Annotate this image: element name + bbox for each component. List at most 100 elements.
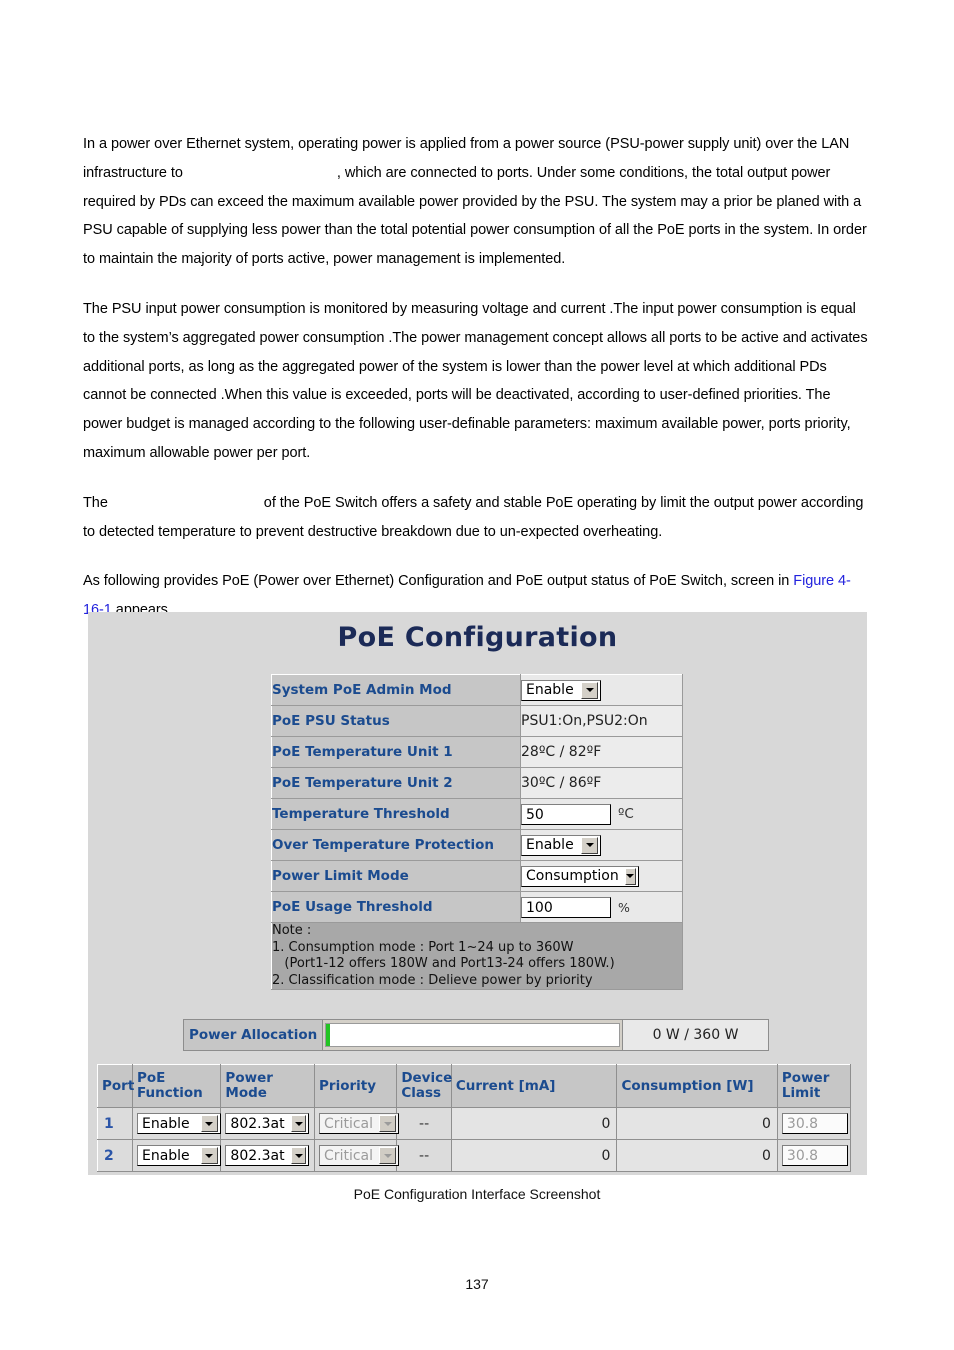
column-header-port: Port xyxy=(97,1064,134,1108)
poe-port-table: Port PoE Function Power Mode Priority De… xyxy=(97,1064,852,1172)
label-poe-psu-status: PoE PSU Status xyxy=(271,705,521,737)
value-over-temperature-protection: Enable xyxy=(520,829,683,861)
cell-poe-function: Enable xyxy=(131,1139,222,1172)
cell-power-mode: 802.3at xyxy=(220,1107,316,1140)
priority-select-port-2[interactable]: Critical xyxy=(319,1145,400,1166)
chevron-down-icon[interactable] xyxy=(200,1147,218,1164)
cell-consumption-w: 0 xyxy=(616,1139,778,1172)
poe-usage-threshold-unit: % xyxy=(618,899,630,915)
over-temperature-protection-select[interactable]: Enable xyxy=(521,834,601,856)
port-table-header-row: Port PoE Function Power Mode Priority De… xyxy=(97,1064,852,1108)
setting-row-poe-psu-status: PoE PSU Status PSU1:On,PSU2:On xyxy=(271,705,683,737)
cell-power-limit: 30.8 xyxy=(776,1107,852,1140)
value-poe-usage-threshold: 100% xyxy=(520,891,683,923)
priority-value-port-1: Critical xyxy=(324,1115,373,1132)
cell-port-number: 1 xyxy=(97,1107,133,1140)
setting-row-power-limit-mode: Power Limit Mode Consumption xyxy=(271,860,683,892)
setting-row-poe-temperature-unit-2: PoE Temperature Unit 2 30ºC / 86ºF xyxy=(271,767,683,799)
power-mode-select-port-1[interactable]: 802.3at xyxy=(225,1113,310,1134)
figure-caption: PoE Configuration Interface Screenshot xyxy=(353,1186,601,1202)
column-header-power-mode: Power Mode xyxy=(220,1064,316,1108)
poe-configuration-screenshot: PoE Configuration System PoE Admin Mod E… xyxy=(88,612,867,1175)
poe-settings-table: System PoE Admin Mod Enable PoE PSU Stat… xyxy=(271,674,683,990)
value-poe-temperature-unit-1: 28ºC / 82ºF xyxy=(520,736,683,768)
setting-row-over-temperature-protection: Over Temperature Protection Enable xyxy=(271,829,683,861)
cell-priority: Critical xyxy=(314,1139,400,1172)
poe-function-value-port-2: Enable xyxy=(141,1147,190,1164)
label-temperature-threshold: Temperature Threshold xyxy=(271,798,521,830)
label-poe-temperature-unit-2: PoE Temperature Unit 2 xyxy=(271,767,521,799)
label-power-limit-mode: Power Limit Mode xyxy=(271,860,521,892)
chevron-down-icon[interactable] xyxy=(200,1115,218,1132)
chevron-down-icon[interactable] xyxy=(581,836,598,854)
column-header-poe-function: PoE Function xyxy=(131,1064,222,1108)
column-header-current-ma: Current [mA] xyxy=(450,1064,618,1108)
power-allocation-label: Power Allocation xyxy=(184,1020,324,1050)
value-power-limit-mode: Consumption xyxy=(520,860,683,892)
poe-function-value-port-1: Enable xyxy=(141,1115,190,1132)
power-mode-value-port-1: 802.3at xyxy=(230,1115,285,1132)
poe-function-select-port-1[interactable]: Enable xyxy=(136,1113,221,1134)
column-header-power-limit: Power Limit xyxy=(776,1064,852,1108)
temperature-threshold-input[interactable]: 50 xyxy=(521,803,611,825)
poe-settings-panel: System PoE Admin Mod Enable PoE PSU Stat… xyxy=(271,674,683,990)
document-body: In a power over Ethernet system, operati… xyxy=(83,130,869,625)
power-allocation-row: Power Allocation 0 W / 360 W xyxy=(183,1019,769,1051)
cell-device-class: -- xyxy=(396,1107,452,1140)
paragraph-3-text-a: The xyxy=(83,494,112,511)
value-poe-psu-status: PSU1:On,PSU2:On xyxy=(520,705,683,737)
chevron-down-icon[interactable] xyxy=(379,1147,397,1164)
setting-row-poe-temperature-unit-1: PoE Temperature Unit 1 28ºC / 82ºF xyxy=(271,736,683,768)
cell-device-class: -- xyxy=(396,1139,452,1172)
power-limit-mode-value: Consumption xyxy=(526,868,619,884)
table-row: 2 Enable 802.3at Critical -- 0 0 30.8 xyxy=(97,1139,852,1172)
screenshot-title: PoE Configuration xyxy=(337,622,618,653)
paragraph-1-text-b: , which are connected to ports. Under so… xyxy=(83,164,867,268)
poe-usage-threshold-input[interactable]: 100 xyxy=(521,896,611,918)
power-mode-select-port-2[interactable]: 802.3at xyxy=(225,1145,310,1166)
temperature-threshold-unit: ºC xyxy=(618,806,634,822)
priority-value-port-2: Critical xyxy=(324,1147,373,1164)
cell-power-mode: 802.3at xyxy=(220,1139,316,1172)
chevron-down-icon[interactable] xyxy=(379,1115,397,1132)
priority-select-port-1[interactable]: Critical xyxy=(319,1113,400,1134)
column-header-priority: Priority xyxy=(314,1064,398,1108)
cell-current-ma: 0 xyxy=(450,1139,618,1172)
power-limit-input-port-2[interactable]: 30.8 xyxy=(781,1145,848,1166)
setting-row-system-poe-admin-mode: System PoE Admin Mod Enable xyxy=(271,674,683,706)
power-limit-mode-select[interactable]: Consumption xyxy=(521,865,639,887)
value-poe-temperature-unit-2: 30ºC / 86ºF xyxy=(520,767,683,799)
setting-row-poe-usage-threshold: PoE Usage Threshold 100% xyxy=(271,891,683,923)
paragraph-4-text-a: As following provides PoE (Power over Et… xyxy=(83,573,794,590)
system-poe-admin-mode-select[interactable]: Enable xyxy=(521,679,601,701)
cell-current-ma: 0 xyxy=(450,1107,618,1140)
value-system-poe-admin-mode: Enable xyxy=(520,674,683,706)
paragraph-1: In a power over Ethernet system, operati… xyxy=(83,130,869,274)
power-limit-input-port-1[interactable]: 30.8 xyxy=(781,1113,848,1134)
power-allocation-progressbar xyxy=(325,1023,620,1047)
page-number: 137 xyxy=(465,1276,489,1292)
label-system-poe-admin-mode: System PoE Admin Mod xyxy=(271,674,521,706)
paragraph-3-text-b: of the PoE Switch offers a safety and st… xyxy=(83,494,864,540)
setting-row-temperature-threshold: Temperature Threshold 50 ºC xyxy=(271,798,683,830)
cell-consumption-w: 0 xyxy=(616,1107,778,1140)
cell-power-limit: 30.8 xyxy=(776,1139,852,1172)
label-over-temperature-protection: Over Temperature Protection xyxy=(271,829,521,861)
paragraph-2: The PSU input power consumption is monit… xyxy=(83,300,868,461)
power-allocation-value: 0 W / 360 W xyxy=(622,1020,768,1050)
poe-mode-note: Note : 1. Consumption mode : Port 1~24 u… xyxy=(271,922,683,990)
cell-priority: Critical xyxy=(314,1107,400,1140)
paragraph-3: The of the PoE Switch offers a safety an… xyxy=(83,489,869,547)
chevron-down-icon[interactable] xyxy=(581,681,598,699)
power-allocation-fill xyxy=(326,1024,331,1046)
over-temperature-protection-value: Enable xyxy=(526,837,574,853)
poe-function-select-port-2[interactable]: Enable xyxy=(136,1145,221,1166)
chevron-down-icon[interactable] xyxy=(290,1115,307,1132)
column-header-device-class: Device Class xyxy=(396,1064,452,1108)
chevron-down-icon[interactable] xyxy=(290,1147,307,1164)
system-poe-admin-mode-value: Enable xyxy=(526,682,574,698)
table-row: 1 Enable 802.3at Critical -- 0 0 30.8 xyxy=(97,1107,852,1140)
label-poe-usage-threshold: PoE Usage Threshold xyxy=(271,891,521,923)
chevron-down-icon[interactable] xyxy=(624,867,636,885)
value-temperature-threshold: 50 ºC xyxy=(520,798,683,830)
